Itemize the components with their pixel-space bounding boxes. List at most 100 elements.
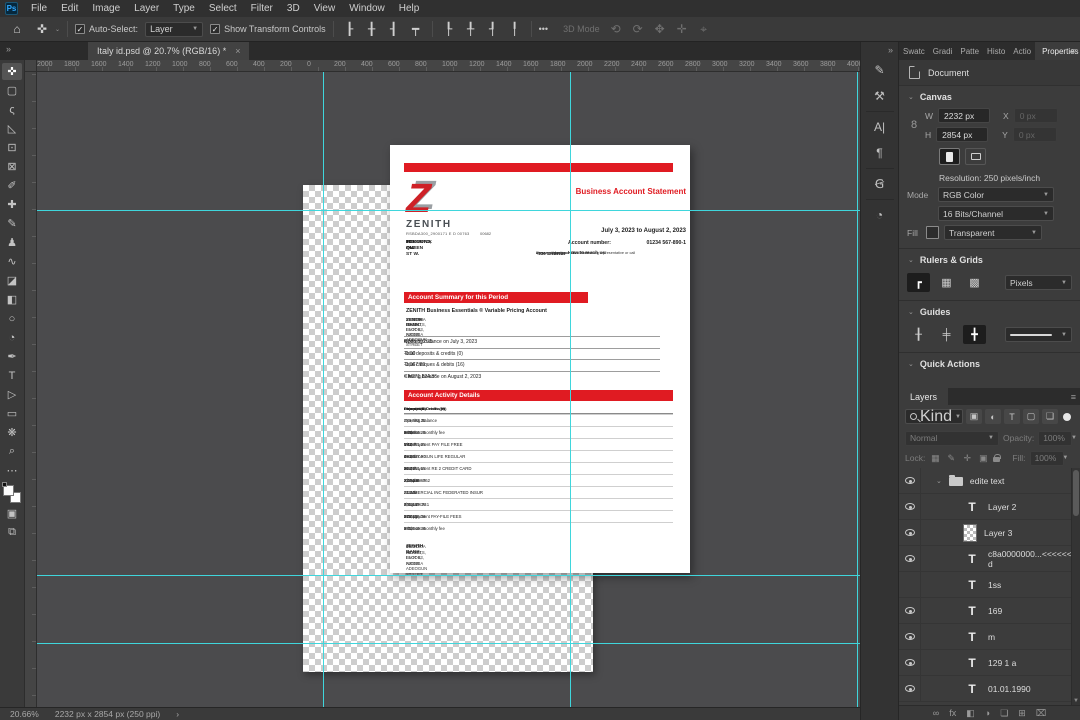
guide-vertical-1[interactable] [323,72,324,707]
chevron-down-icon[interactable]: ⌄ [936,477,942,485]
color-swatches[interactable] [2,482,21,503]
filter-pin-icon[interactable] [1063,412,1071,421]
paragraph-panel-icon[interactable]: ¶ [867,142,893,164]
orientation-landscape-button[interactable] [965,148,986,165]
visibility-toggle[interactable] [899,676,921,701]
brush-tool[interactable]: ✎ [2,215,22,232]
auto-select-toggle[interactable]: ✓ Auto-Select: [75,24,138,34]
layers-bottom-button-0[interactable]: ∞ [933,708,939,718]
visibility-toggle[interactable] [899,546,921,571]
status-chevron-icon[interactable]: › [176,709,179,719]
eraser-tool[interactable]: ◪ [2,272,22,289]
guide-style-dropdown[interactable]: ▼ [1005,327,1072,342]
layers-bottom-button-1[interactable]: fx [949,708,956,718]
distribute-button-3[interactable]: ╿ [506,20,524,38]
layers-tab[interactable]: Layers [899,388,949,405]
menu-filter[interactable]: Filter [244,0,280,17]
guide-horizontal-1[interactable] [37,210,860,211]
healing-brush-tool[interactable]: ✚ [2,196,22,213]
guides-header[interactable]: ⌄ Guides [899,301,1080,323]
ruler-origin-corner[interactable] [25,60,37,72]
lock-position-icon[interactable]: ✛ [961,453,973,464]
rulers-grids-button-0[interactable]: ┏ [907,273,930,292]
close-tab-icon[interactable]: × [235,46,240,56]
ruler-units-dropdown[interactable]: Pixels ▼ [1005,275,1072,290]
menu-3d[interactable]: 3D [280,0,307,17]
tab-actio[interactable]: Actio [1009,42,1035,60]
more-options-button[interactable]: ••• [539,24,548,34]
crop-tool[interactable]: ⊡ [2,139,22,156]
expand-panels-icon[interactable]: » [888,45,893,55]
guides-button-2[interactable]: ╋ [963,325,986,344]
align-button-1[interactable]: ╂ [363,20,381,38]
layers-bottom-button-5[interactable]: ⊞ [1018,708,1026,719]
menu-window[interactable]: Window [342,0,392,17]
tab-swatc[interactable]: Swatc [899,42,929,60]
layers-bottom-button-4[interactable]: ❏ [1000,708,1008,719]
path-selection-tool[interactable]: ▷ [2,386,22,403]
auto-select-checkbox[interactable]: ✓ [75,24,86,34]
canvas-area[interactable]: Z ZENITH RSBDA300_2900171 E D 00763 0068… [37,72,860,707]
layers-scrollbar[interactable]: ▼ [1071,468,1080,705]
quick-mask-button[interactable]: ▣ [2,505,22,522]
move-tool-icon[interactable]: ✜ [33,20,51,38]
distribute-button-2[interactable]: ┦ [484,20,502,38]
orientation-portrait-button[interactable] [939,148,960,165]
tab-gradi[interactable]: Gradi [929,42,957,60]
layer-filter-button-4[interactable]: ❏ [1042,409,1058,424]
menu-view[interactable]: View [307,0,343,17]
layer-row[interactable]: T 01.01.1990 [899,676,1080,702]
visibility-toggle[interactable] [899,598,921,623]
zoom-tool[interactable]: ⌕ [2,443,22,460]
height-input[interactable]: 2854 px [936,127,989,142]
clone-stamp-tool[interactable]: ♟ [2,234,22,251]
glyphs-panel-icon[interactable]: Ꞡ [867,173,893,195]
marquee-tool[interactable]: ▢ [2,82,22,99]
menu-select[interactable]: Select [202,0,244,17]
fill-swatch[interactable] [926,226,939,239]
move-tool[interactable]: ✜ [2,63,22,80]
link-dimensions-icon[interactable]: 8 [907,108,921,142]
bit-depth-dropdown[interactable]: 16 Bits/Channel ▼ [938,206,1054,221]
character-panel-icon[interactable]: A| [867,116,893,138]
rulers-grids-header[interactable]: ⌄ Rulers & Grids [899,249,1080,271]
home-icon[interactable]: ⌂ [8,20,26,38]
document-tab[interactable]: Italy id.psd @ 20.7% (RGB/16) * × [88,42,250,60]
visibility-toggle[interactable] [899,468,921,493]
layers-bottom-button-3[interactable]: ◑ [985,708,990,718]
dodge-tool[interactable]: ◔ [2,329,22,346]
y-input[interactable]: 0 px [1012,127,1057,142]
history-brush-tool[interactable]: ∿ [2,253,22,270]
color-mode-dropdown[interactable]: RGB Color ▼ [938,187,1054,202]
tool-presets-icon[interactable]: ⚒ [867,85,893,107]
scrollbar-thumb[interactable] [1073,470,1079,516]
panel-menu-icon[interactable]: ≡ [1071,46,1076,56]
visibility-toggle[interactable] [899,520,921,545]
menu-help[interactable]: Help [392,0,427,17]
type-tool[interactable]: T [2,367,22,384]
gradient-tool[interactable]: ◧ [2,291,22,308]
align-button-2[interactable]: ┨ [385,20,403,38]
menu-image[interactable]: Image [85,0,127,17]
fill-dropdown[interactable]: Transparent ▼ [944,225,1042,240]
quick-actions-header[interactable]: ⌄ Quick Actions [899,353,1080,375]
screen-mode-button[interactable]: ⧉ [2,524,22,541]
object-selection-tool[interactable]: ◺ [2,120,22,137]
rectangle-tool[interactable]: ▭ [2,405,22,422]
visibility-toggle[interactable] [899,624,921,649]
layer-row[interactable]: T Layer 2 [899,494,1080,520]
frame-tool[interactable]: ⊠ [2,158,22,175]
more-tools[interactable]: ⋯ [2,462,22,479]
lock-transparency-icon[interactable]: ▦ [929,453,941,464]
guides-button-0[interactable]: ╂ [907,325,930,344]
default-colors-icon[interactable] [2,482,7,487]
horizontal-ruler[interactable]: 2000 1800 1600 1400 1200 1000 800 600 400 200 0 200… [37,60,860,72]
panel-menu-icon[interactable]: ≡ [1071,392,1076,402]
distribute-button-0[interactable]: ┞ [440,20,458,38]
layers-bottom-button-2[interactable]: ◧ [966,708,975,719]
layer-filter-button-1[interactable]: ◐ [985,409,1001,424]
menu-type[interactable]: Type [166,0,202,17]
vertical-ruler[interactable] [25,72,37,707]
distribute-button-1[interactable]: ╀ [462,20,480,38]
layer-row[interactable]: Tc8a0000000...<<<<<<0 d [899,546,1080,572]
